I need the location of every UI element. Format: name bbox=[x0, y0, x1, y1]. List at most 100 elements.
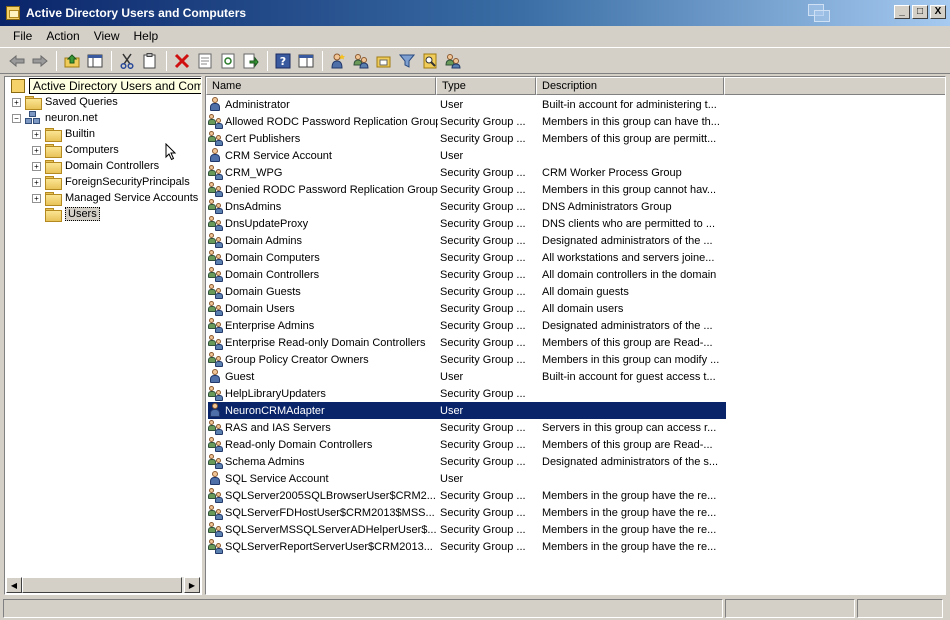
cell-name: Denied RODC Password Replication Group bbox=[208, 182, 438, 197]
group-icon bbox=[208, 182, 224, 197]
menu-view[interactable]: View bbox=[87, 29, 127, 43]
cut-icon[interactable] bbox=[116, 50, 138, 72]
table-row[interactable]: Domain Computers Security Group ... All wo… bbox=[208, 249, 726, 266]
tree-item-saved-queries[interactable]: + Saved Queries bbox=[12, 94, 118, 110]
copy-icon[interactable] bbox=[139, 50, 161, 72]
row-name: Group Policy Creator Owners bbox=[225, 353, 369, 366]
tree-item-foreign-security-principals[interactable]: + ForeignSecurityPrincipals bbox=[32, 174, 190, 190]
cell-description: Servers in this group can access r... bbox=[542, 421, 717, 434]
tree-item-users[interactable]: Users bbox=[45, 206, 100, 222]
table-row[interactable]: Enterprise Admins Security Group ... Desig… bbox=[208, 317, 726, 334]
menu-help[interactable]: Help bbox=[127, 29, 166, 43]
cell-type: Security Group ... bbox=[440, 302, 526, 315]
expand-icon[interactable]: + bbox=[32, 177, 41, 187]
table-row[interactable]: Schema Admins Security Group ... Designate… bbox=[208, 453, 726, 470]
minimize-button[interactable]: _ bbox=[894, 5, 910, 19]
table-row[interactable]: Domain Guests Security Group ... All domai… bbox=[208, 283, 726, 300]
new-group-icon[interactable] bbox=[350, 50, 372, 72]
view-icon[interactable] bbox=[295, 50, 317, 72]
table-row[interactable]: NeuronCRMAdapter User bbox=[208, 402, 726, 419]
group-icon bbox=[208, 301, 224, 316]
table-row[interactable]: SQLServerReportServerUser$CRM2013... Secu… bbox=[208, 538, 726, 555]
cell-type: Security Group ... bbox=[440, 336, 526, 349]
cell-name: SQLServerMSSQLServerADHelperUser$... bbox=[208, 522, 438, 537]
cell-description: Designated administrators of the ... bbox=[542, 234, 713, 247]
table-row[interactable]: Domain Admins Security Group ... Designate… bbox=[208, 232, 726, 249]
scroll-thumb[interactable] bbox=[22, 577, 182, 593]
table-row[interactable]: Domain Controllers Security Group ... All … bbox=[208, 266, 726, 283]
back-icon[interactable] bbox=[6, 50, 28, 72]
title-bar[interactable]: Active Directory Users and Computers _ □… bbox=[0, 0, 950, 26]
table-row[interactable]: Cert Publishers Security Group ... Members… bbox=[208, 130, 726, 147]
table-row[interactable]: Allowed RODC Password Replication Group S… bbox=[208, 113, 726, 130]
row-name: Denied RODC Password Replication Group bbox=[225, 183, 438, 196]
table-row[interactable]: SQLServerFDHostUser$CRM2013$MSS... Securi… bbox=[208, 504, 726, 521]
tree-item-domain-controllers[interactable]: + Domain Controllers bbox=[32, 158, 159, 174]
table-row[interactable]: Domain Users Security Group ... All domain… bbox=[208, 300, 726, 317]
table-row[interactable]: HelpLibraryUpdaters Security Group ... bbox=[208, 385, 726, 402]
help-icon[interactable]: ? bbox=[272, 50, 294, 72]
menu-action[interactable]: Action bbox=[39, 29, 86, 43]
table-row[interactable]: Enterprise Read-only Domain Controllers S… bbox=[208, 334, 726, 351]
tree-item-builtin[interactable]: + Builtin bbox=[32, 126, 95, 142]
group-icon bbox=[208, 505, 224, 520]
properties-icon[interactable] bbox=[194, 50, 216, 72]
table-row[interactable]: DnsAdmins Security Group ... DNS Administr… bbox=[208, 198, 726, 215]
refresh-icon[interactable] bbox=[217, 50, 239, 72]
tree-root[interactable] bbox=[11, 78, 29, 94]
column-header-type[interactable]: Type bbox=[436, 77, 536, 95]
column-header-name[interactable]: Name bbox=[206, 77, 436, 95]
scroll-left-icon[interactable]: ◀ bbox=[6, 577, 22, 593]
tree-item-label: Builtin bbox=[65, 128, 95, 140]
row-name: Allowed RODC Password Replication Group bbox=[225, 115, 438, 128]
tree-horizontal-scrollbar[interactable]: ◀ ▶ bbox=[6, 577, 200, 593]
new-user-icon[interactable] bbox=[327, 50, 349, 72]
close-button[interactable]: X bbox=[930, 5, 946, 19]
user-icon bbox=[208, 403, 222, 418]
row-name: DnsAdmins bbox=[225, 200, 282, 213]
table-row[interactable]: RAS and IAS Servers Security Group ... Ser… bbox=[208, 419, 726, 436]
table-row[interactable]: SQLServerMSSQLServerADHelperUser$... Secu… bbox=[208, 521, 726, 538]
tree-item-managed-service-accounts[interactable]: + Managed Service Accounts bbox=[32, 190, 198, 206]
show-hide-tree-icon[interactable] bbox=[84, 50, 106, 72]
tree-item-domain[interactable]: − neuron.net bbox=[12, 110, 98, 126]
expand-icon[interactable]: + bbox=[32, 161, 41, 171]
expand-icon[interactable]: + bbox=[12, 97, 21, 107]
cell-description: Members in the group have the re... bbox=[542, 506, 717, 519]
forward-icon[interactable] bbox=[29, 50, 51, 72]
add-to-group-icon[interactable] bbox=[442, 50, 464, 72]
expand-icon[interactable]: + bbox=[32, 193, 41, 203]
table-row[interactable]: DnsUpdateProxy Security Group ... DNS clie… bbox=[208, 215, 726, 232]
cell-type: User bbox=[440, 98, 464, 111]
column-header-description[interactable]: Description bbox=[536, 77, 724, 95]
cell-name: Domain Computers bbox=[208, 250, 438, 265]
details-list[interactable]: Name Type Description Administrator User B… bbox=[205, 76, 946, 595]
maximize-button[interactable]: □ bbox=[912, 5, 928, 19]
table-row[interactable]: SQLServer2005SQLBrowserUser$CRM2... Secur… bbox=[208, 487, 726, 504]
filter-icon[interactable] bbox=[396, 50, 418, 72]
table-row[interactable]: CRM Service Account User bbox=[208, 147, 726, 164]
app-icon[interactable] bbox=[6, 6, 20, 20]
export-icon[interactable] bbox=[240, 50, 262, 72]
table-row[interactable]: Administrator User Built-in account for ad… bbox=[208, 96, 726, 113]
collapse-icon[interactable]: − bbox=[12, 113, 21, 123]
expand-icon[interactable]: + bbox=[32, 145, 41, 155]
scroll-right-icon[interactable]: ▶ bbox=[184, 577, 200, 593]
up-icon[interactable] bbox=[61, 50, 83, 72]
find-icon[interactable] bbox=[419, 50, 441, 72]
tree-item-computers[interactable]: + Computers bbox=[32, 142, 119, 158]
table-row[interactable]: SQL Service Account User bbox=[208, 470, 726, 487]
expand-icon[interactable]: + bbox=[32, 129, 41, 139]
table-row[interactable]: CRM_WPG Security Group ... CRM Worker Proc… bbox=[208, 164, 726, 181]
folder-icon bbox=[25, 96, 42, 110]
delete-icon[interactable] bbox=[171, 50, 193, 72]
new-ou-icon[interactable] bbox=[373, 50, 395, 72]
cell-description: DNS clients who are permitted to ... bbox=[542, 217, 716, 230]
menu-file[interactable]: File bbox=[6, 29, 39, 43]
table-row[interactable]: Read-only Domain Controllers Security Gro… bbox=[208, 436, 726, 453]
table-row[interactable]: Guest User Built-in account for guest acce… bbox=[208, 368, 726, 385]
table-row[interactable]: Denied RODC Password Replication Group Se… bbox=[208, 181, 726, 198]
table-row[interactable]: Group Policy Creator Owners Security Grou… bbox=[208, 351, 726, 368]
cell-name: Domain Guests bbox=[208, 284, 438, 299]
group-icon bbox=[208, 165, 224, 180]
